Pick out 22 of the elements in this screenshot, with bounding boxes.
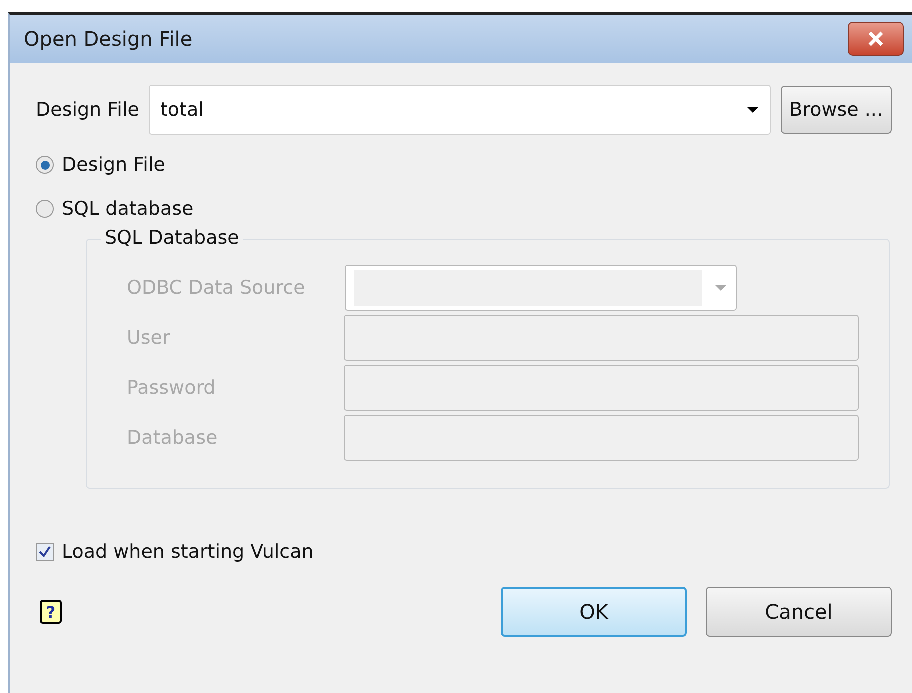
dropdown-icon: [714, 284, 728, 292]
close-button[interactable]: [848, 22, 904, 56]
browse-button[interactable]: Browse ...: [780, 86, 892, 134]
checkbox[interactable]: [36, 543, 54, 561]
field-label: Database: [127, 427, 219, 449]
help-button[interactable]: ?: [40, 600, 62, 624]
dropdown-icon: [746, 106, 760, 114]
design-file-combo[interactable]: total: [149, 85, 771, 135]
group-title: SQL Database: [101, 227, 244, 249]
dialog-button[interactable]: Cancel: [706, 587, 892, 637]
radio-label: Design File: [62, 154, 166, 176]
field-label: Design File: [36, 99, 140, 121]
checkbox-label: Load when starting Vulcan: [62, 541, 314, 563]
field-label: Password: [127, 377, 217, 399]
field-label: User: [127, 327, 172, 349]
radio-button[interactable]: [36, 200, 54, 218]
radio-button[interactable]: [36, 156, 54, 174]
window-title: Open Design File: [24, 27, 194, 51]
radio-label: SQL database: [62, 198, 194, 220]
dialog-button[interactable]: OK: [501, 587, 687, 637]
close-icon: [866, 31, 886, 47]
field-label: ODBC Data Source: [127, 277, 306, 299]
